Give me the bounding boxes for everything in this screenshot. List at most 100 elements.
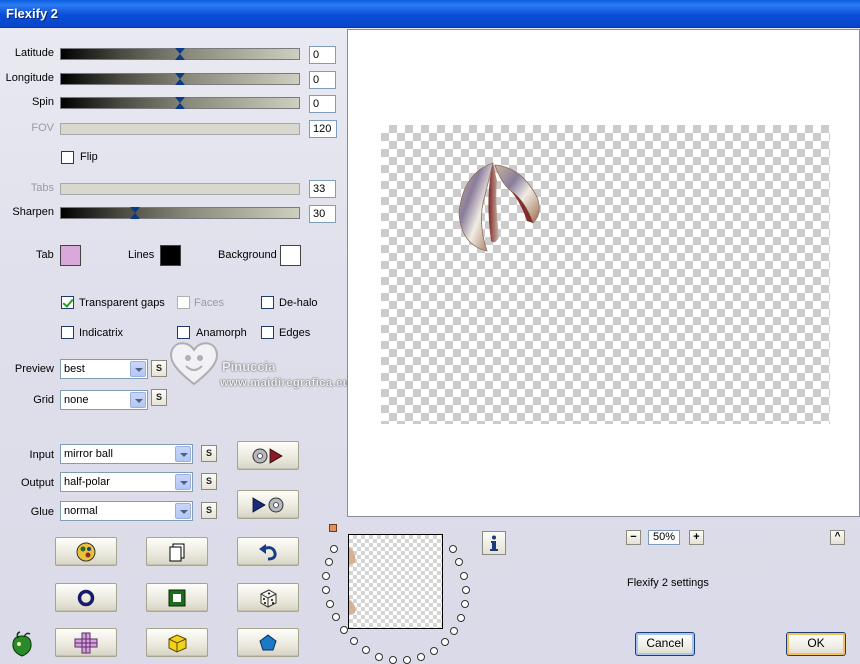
de-halo-label: De-halo	[279, 297, 318, 309]
sharpen-slider[interactable]	[60, 207, 300, 219]
ring-dot	[375, 653, 383, 661]
spin-input[interactable]: 0	[309, 95, 336, 113]
randomize-colors-button[interactable]	[55, 537, 117, 566]
latitude-slider-thumb[interactable]	[175, 48, 185, 60]
input-projection-button[interactable]	[237, 441, 299, 470]
tabs-slider	[60, 183, 300, 195]
window-title: Flexify 2	[6, 6, 59, 21]
sharpen-input[interactable]: 30	[309, 205, 336, 223]
zoom-in-button[interactable]: +	[689, 530, 704, 545]
thumbnail-view[interactable]	[348, 534, 443, 629]
longitude-label: Longitude	[5, 72, 54, 84]
tab-color-swatch[interactable]	[60, 245, 81, 266]
watermark-url: www.maidiregrafica.eu	[220, 377, 350, 389]
lines-color-swatch[interactable]	[160, 245, 181, 266]
grid-select-value: none	[64, 394, 89, 406]
copy-button[interactable]	[146, 537, 208, 566]
de-halo-checkbox[interactable]	[261, 296, 274, 309]
sharpen-label: Sharpen	[12, 206, 54, 218]
edges-checkbox[interactable]	[261, 326, 274, 339]
undo-icon	[259, 543, 277, 560]
input-s-button[interactable]: S	[201, 445, 217, 462]
cube-button[interactable]	[146, 628, 208, 657]
preview-select-value: best	[64, 363, 85, 375]
glue-s-button[interactable]: S	[201, 502, 217, 519]
output-projection-button[interactable]	[237, 490, 299, 519]
frame-button[interactable]	[146, 583, 208, 612]
palette-icon	[76, 542, 96, 561]
disc-to-arrow-icon	[252, 447, 283, 464]
ring-dot	[362, 646, 370, 654]
output-select[interactable]: half-polar	[60, 472, 193, 492]
input-label: Input	[29, 449, 54, 461]
ring-dot	[325, 558, 333, 566]
tab-color-label: Tab	[36, 249, 54, 261]
input-select-value: mirror ball	[64, 448, 113, 460]
ring-dot	[441, 638, 449, 646]
ring-dot	[330, 545, 338, 553]
preview-s-button[interactable]: S	[151, 360, 167, 377]
transparency-checkerboard	[381, 125, 830, 424]
longitude-input[interactable]: 0	[309, 71, 336, 89]
zoom-out-button[interactable]: −	[626, 530, 641, 545]
input-select[interactable]: mirror ball	[60, 444, 193, 464]
output-select-value: half-polar	[64, 476, 110, 488]
latitude-input[interactable]: 0	[309, 46, 336, 64]
watermark-name: Pinuccia	[222, 359, 276, 374]
ring-dot	[455, 558, 463, 566]
watermark-heart-logo	[170, 342, 218, 386]
grid-select[interactable]: none	[60, 390, 148, 410]
random-button[interactable]	[237, 583, 299, 612]
cross-button[interactable]	[55, 628, 117, 657]
status-text: Flexify 2 settings	[627, 577, 709, 589]
info-icon	[490, 535, 498, 551]
cross-icon	[74, 632, 98, 653]
ring-dot	[430, 647, 438, 655]
chevron-down-icon[interactable]	[130, 361, 146, 377]
square-frame-icon	[168, 589, 186, 606]
latitude-slider[interactable]	[60, 48, 300, 60]
transparent-gaps-checkbox[interactable]	[61, 296, 74, 309]
sharpen-slider-thumb[interactable]	[130, 207, 140, 219]
pentagon-icon	[259, 633, 277, 650]
fov-slider	[60, 123, 300, 135]
cancel-button[interactable]: Cancel	[635, 632, 695, 656]
chevron-down-icon[interactable]	[175, 474, 191, 490]
preview-canvas[interactable]	[347, 29, 860, 517]
ring-button[interactable]	[55, 583, 117, 612]
fov-input: 120	[309, 120, 337, 138]
thumbnail-shape	[349, 547, 356, 615]
collapse-button[interactable]: ^	[830, 530, 845, 545]
ring-dot	[403, 656, 411, 664]
navigator-handle[interactable]	[329, 524, 337, 532]
preview-select[interactable]: best	[60, 359, 148, 379]
ring-dot	[417, 653, 425, 661]
pentagon-button[interactable]	[237, 628, 299, 657]
info-button[interactable]	[482, 531, 506, 555]
preview-label: Preview	[14, 363, 54, 375]
flip-checkbox[interactable]	[61, 151, 74, 164]
indicatrix-checkbox[interactable]	[61, 326, 74, 339]
arrow-to-disc-icon	[252, 496, 284, 513]
grid-label: Grid	[33, 394, 54, 406]
chevron-down-icon[interactable]	[130, 392, 146, 408]
output-s-button[interactable]: S	[201, 473, 217, 490]
spin-slider-thumb[interactable]	[175, 97, 185, 109]
zoom-value: 50%	[648, 530, 680, 545]
longitude-slider-thumb[interactable]	[175, 73, 185, 85]
longitude-slider[interactable]	[60, 73, 300, 85]
background-color-swatch[interactable]	[280, 245, 301, 266]
background-color-label: Background	[218, 249, 277, 261]
grid-s-button[interactable]: S	[151, 389, 167, 406]
chevron-down-icon[interactable]	[175, 446, 191, 462]
ring-dot	[449, 545, 457, 553]
ok-button[interactable]: OK	[786, 632, 846, 656]
undo-button[interactable]	[237, 537, 299, 566]
title-bar[interactable]: Flexify 2	[0, 0, 860, 28]
faces-label: Faces	[194, 297, 224, 309]
ring-dot	[389, 656, 397, 664]
glue-select[interactable]: normal	[60, 501, 193, 521]
ring-dot	[332, 613, 340, 621]
spin-slider[interactable]	[60, 97, 300, 109]
chevron-down-icon[interactable]	[175, 503, 191, 519]
